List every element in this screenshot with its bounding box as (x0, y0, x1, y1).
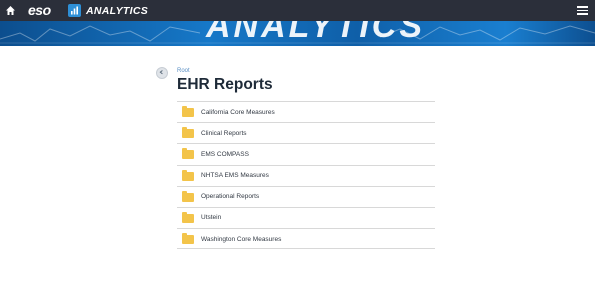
folder-label: Washington Core Measures (201, 235, 282, 243)
folder-item-california-core-measures[interactable]: California Core Measures (177, 101, 435, 122)
page-title: EHR Reports (177, 76, 273, 93)
top-navigation-bar: eso ANALYTICS (0, 0, 595, 21)
banner-text: ANALYTICS (206, 21, 426, 45)
back-button[interactable] (156, 67, 168, 79)
folder-label: NHTSA EMS Measures (201, 172, 269, 180)
breadcrumb-root[interactable]: Root (177, 68, 190, 74)
folder-item-nhtsa-ems-measures[interactable]: NHTSA EMS Measures (177, 164, 435, 186)
hamburger-menu-icon[interactable] (577, 6, 588, 15)
folder-icon (182, 211, 194, 223)
folder-item-utstein[interactable]: Utstein (177, 206, 435, 228)
folder-icon (182, 127, 194, 139)
folder-label: Operational Reports (201, 193, 260, 201)
folder-item-washington-core-measures[interactable]: Washington Core Measures (177, 228, 435, 250)
folder-icon (182, 190, 194, 202)
folder-icon (182, 169, 194, 181)
folder-item-ems-compass[interactable]: EMS COMPASS (177, 143, 435, 164)
folder-list: California Core Measures Clinical Report… (177, 101, 435, 250)
analytics-icon (68, 4, 81, 17)
home-icon[interactable] (5, 5, 16, 16)
folder-icon (182, 106, 194, 117)
chevron-left-icon (159, 70, 163, 75)
folder-label: EMS COMPASS (201, 150, 249, 158)
folder-label: Clinical Reports (201, 129, 247, 137)
eso-logo[interactable]: eso (28, 2, 51, 18)
folder-label: California Core Measures (201, 108, 275, 116)
folder-icon (182, 148, 194, 160)
folder-item-operational-reports[interactable]: Operational Reports (177, 185, 435, 207)
folder-label: Utstein (201, 214, 222, 222)
folder-item-clinical-reports[interactable]: Clinical Reports (177, 122, 435, 143)
folder-icon (182, 233, 194, 245)
header-banner: ANALYTICS (0, 21, 595, 46)
app-title: ANALYTICS (86, 5, 149, 17)
